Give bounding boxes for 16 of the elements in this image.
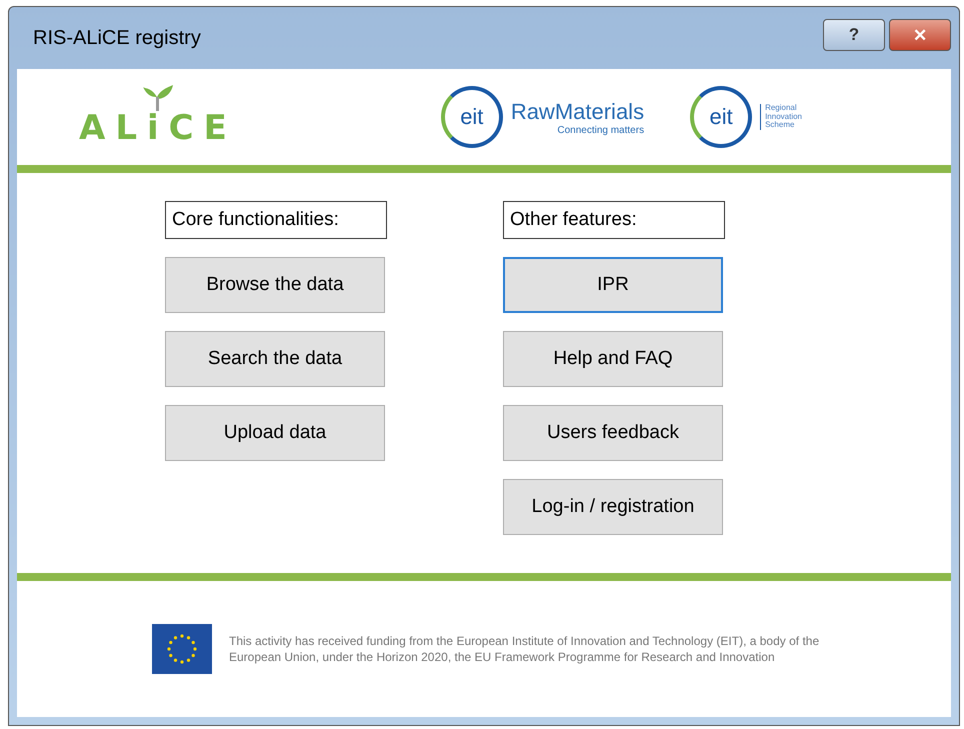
funding-notice: This activity has received funding from the European Institute of Innovation and Technology (EIT), a body of the European Union, under the Horizon 2020, the EU Framework Programme for Research and Innovation bbox=[229, 632, 820, 666]
leaf-icon bbox=[142, 85, 173, 112]
menu-button[interactable]: Log-in / registration bbox=[503, 479, 723, 535]
menu-button[interactable]: Users feedback bbox=[503, 405, 723, 461]
menu-button[interactable]: IPR bbox=[503, 257, 723, 313]
help-button[interactable]: ? bbox=[823, 19, 885, 51]
section-heading: Core functionalities: bbox=[165, 201, 387, 239]
alice-logo: ALiCE bbox=[79, 85, 241, 149]
menu-button[interactable]: Browse the data bbox=[165, 257, 385, 313]
menu-button[interactable]: Help and FAQ bbox=[503, 331, 723, 387]
menu-button[interactable]: Search the data bbox=[165, 331, 385, 387]
menu-button[interactable]: Upload data bbox=[165, 405, 385, 461]
ris-logo: eit Regional Innovation Scheme bbox=[690, 86, 802, 148]
rawmaterials-logo: eit RawMaterials Connecting matters bbox=[440, 86, 644, 148]
window-title: RIS-ALiCE registry bbox=[33, 26, 201, 50]
section-heading: Other features: bbox=[503, 201, 725, 239]
